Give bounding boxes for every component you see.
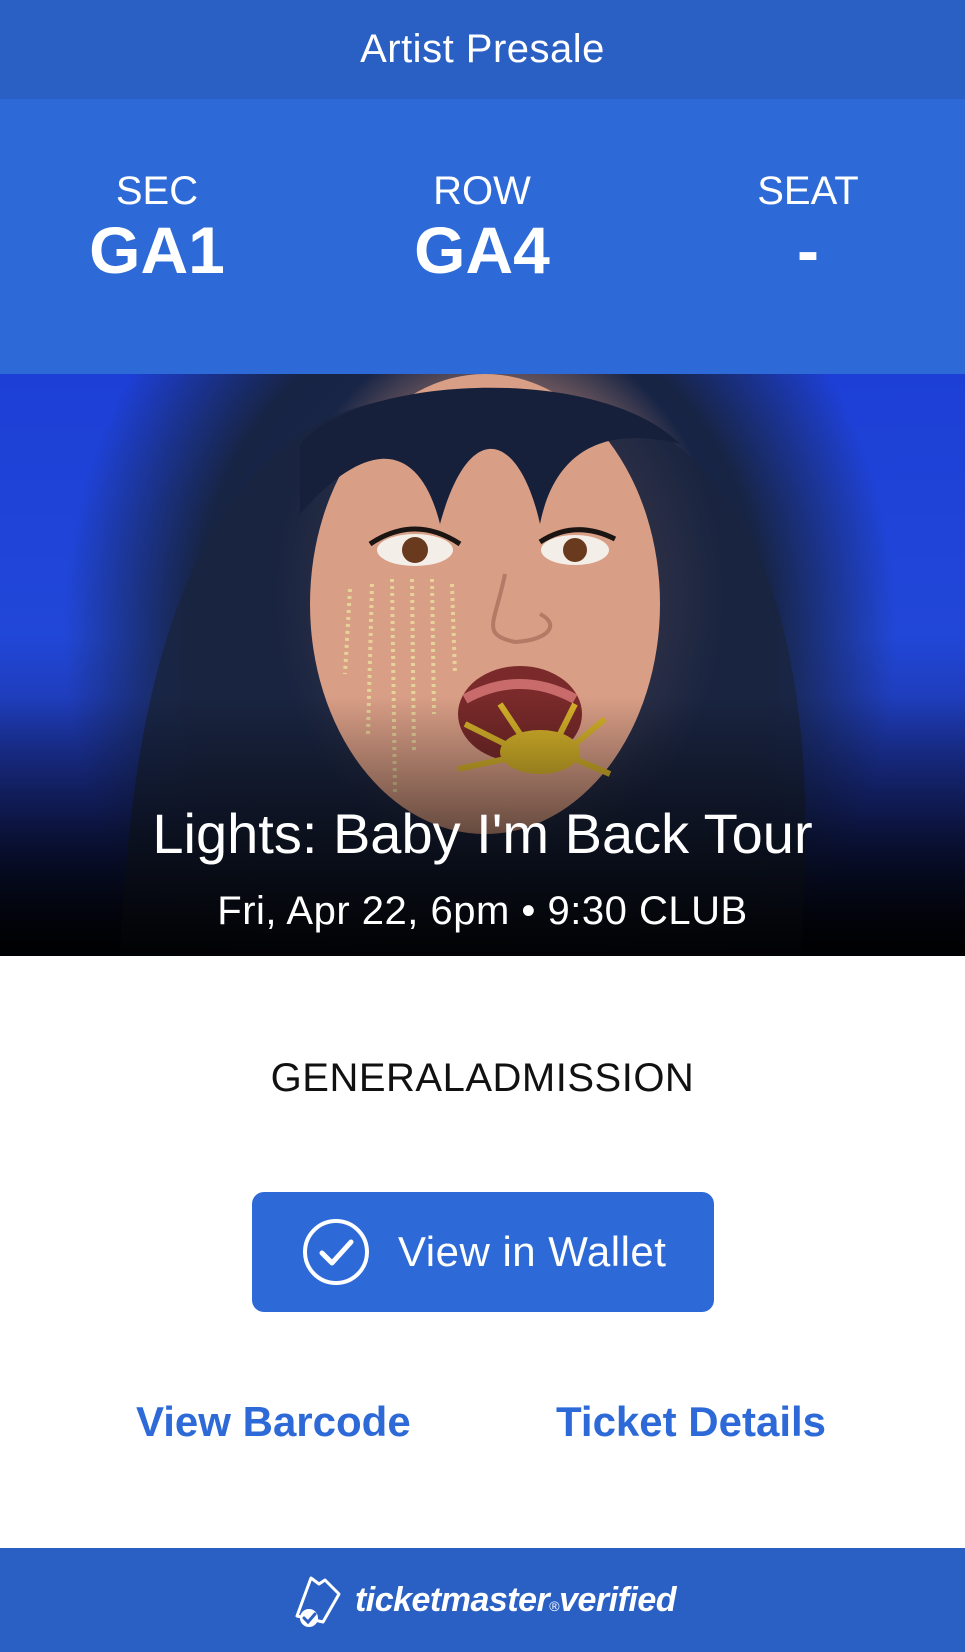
- seat-label: SEAT: [757, 169, 859, 213]
- brand-suffix: verified: [559, 1580, 677, 1619]
- brand-name: ticketmaster: [354, 1580, 550, 1619]
- section-info: SEC GA1: [0, 169, 317, 285]
- wallet-button-label: View in Wallet: [398, 1228, 667, 1275]
- footer-bar: ticketmaster®verified: [0, 1548, 965, 1652]
- seat-info: SEAT -: [648, 169, 965, 285]
- presale-header: Artist Presale: [0, 0, 965, 99]
- event-hero-image: Lights: Baby I'm Back Tour Fri, Apr 22, …: [0, 374, 965, 956]
- row-value: GA4: [414, 213, 550, 287]
- seat-info-panel: SEC GA1 ROW GA4 SEAT -: [0, 99, 965, 374]
- ticketmaster-verified-logo: ticketmaster®verified: [354, 1580, 677, 1620]
- ticket-card: Artist Presale SEC GA1 ROW GA4 SEAT - Li…: [0, 0, 965, 1652]
- ticket-check-icon: [295, 1576, 341, 1627]
- section-label: SEC: [115, 169, 199, 213]
- event-title: Lights: Baby I'm Back Tour: [152, 802, 813, 865]
- admission-type: GENERALADMISSION: [270, 1056, 695, 1100]
- row-label: ROW: [433, 169, 531, 213]
- presale-label: Artist Presale: [360, 27, 605, 71]
- seat-value: -: [797, 213, 819, 287]
- row-info: ROW GA4: [322, 169, 642, 285]
- check-circle-icon: [303, 1219, 369, 1285]
- view-in-wallet-button[interactable]: View in Wallet: [252, 1192, 714, 1312]
- brand-reg-mark: ®: [549, 1597, 560, 1614]
- event-date-venue: Fri, Apr 22, 6pm • 9:30 CLUB: [217, 889, 748, 933]
- view-barcode-link[interactable]: View Barcode: [136, 1398, 411, 1446]
- ticket-details-link[interactable]: Ticket Details: [556, 1398, 826, 1446]
- section-value: GA1: [89, 213, 225, 287]
